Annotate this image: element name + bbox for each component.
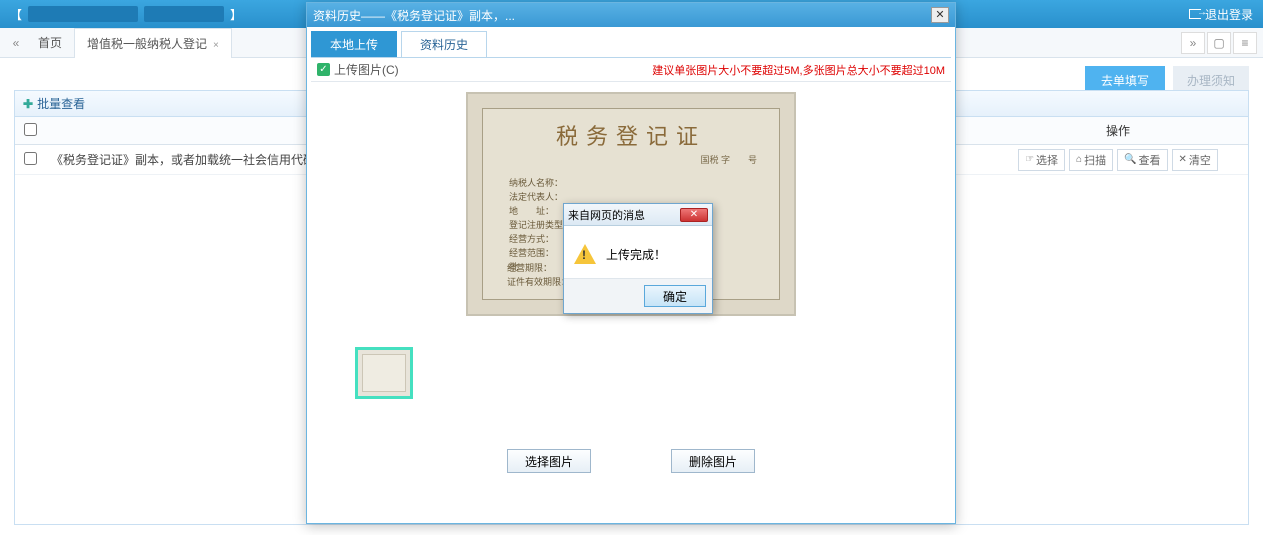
tab-material-history[interactable]: 资料历史 <box>401 31 487 57</box>
alert-title-text: 来自网页的消息 <box>568 207 645 223</box>
check-icon: ✓ <box>317 63 330 76</box>
alert-close-button[interactable]: ✕ <box>680 208 708 222</box>
thumbnail[interactable] <box>355 347 413 399</box>
modal-backdrop: 资料历史——《税务登记证》副本，... ✕ 本地上传 资料历史 ✓ 上传图片(C… <box>0 0 1263 535</box>
cert-sub: 国税 字 号 <box>495 153 757 166</box>
select-image-button[interactable]: 选择图片 <box>507 449 591 473</box>
alert-message: 上传完成！ <box>606 246 666 263</box>
warning-icon <box>574 244 596 264</box>
alert-ok-button[interactable]: 确定 <box>644 285 706 307</box>
delete-image-button[interactable]: 删除图片 <box>671 449 755 473</box>
cert-bottom: 经营期限： 证件有效期限： <box>507 261 570 289</box>
tab-local-upload[interactable]: 本地上传 <box>311 31 397 57</box>
modal-close-button[interactable]: ✕ <box>931 7 949 23</box>
upload-hint: 建议单张图片大小不要超过5M,多张图片总大小不要超过10M <box>652 62 945 78</box>
upload-label[interactable]: 上传图片(C) <box>334 61 399 78</box>
modal-title-text: 资料历史——《税务登记证》副本，... <box>313 7 515 24</box>
alert-dialog: 来自网页的消息 ✕ 上传完成！ 确定 <box>563 203 713 314</box>
cert-title: 税务登记证 <box>495 119 767 151</box>
material-history-modal: 资料历史——《税务登记证》副本，... ✕ 本地上传 资料历史 ✓ 上传图片(C… <box>306 2 956 524</box>
